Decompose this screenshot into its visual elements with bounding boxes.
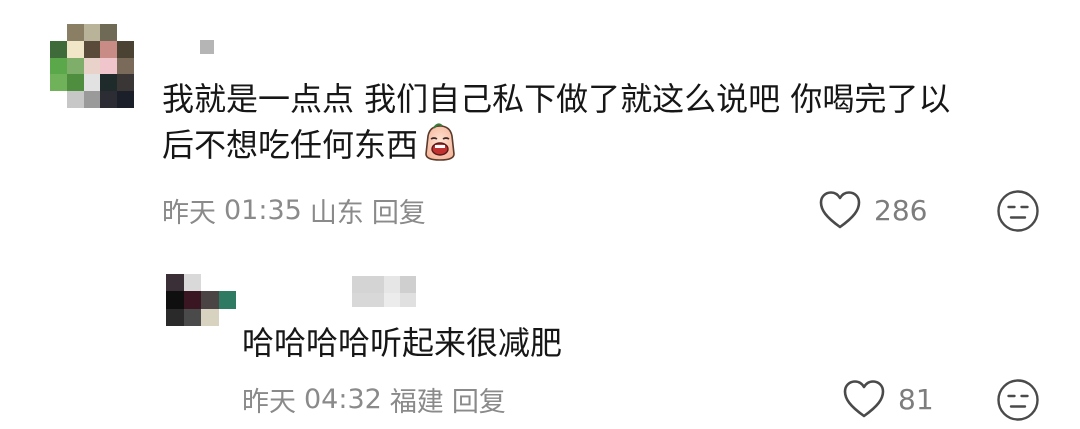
heart-outline-icon	[843, 380, 885, 418]
comment-text-line: 后不想吃任何东西	[162, 126, 419, 164]
comment-time: 01:35	[224, 195, 302, 226]
heart-outline-icon	[819, 191, 861, 229]
comment-location: 山东	[309, 198, 364, 229]
comment-meta: 昨天 04:32 福建 回复	[242, 380, 506, 419]
comment-time: 04:32	[304, 384, 382, 415]
comment-text: 我就是一点点 我们自己私下做了就这么说吧 你喝完了以 后不想吃任何东西	[162, 76, 1042, 168]
comment-meta: 昨天 01:35 山东 回复	[162, 191, 426, 230]
like-count: 286	[874, 193, 928, 227]
comment-date: 昨天	[242, 387, 296, 418]
like-button[interactable]: 286	[818, 190, 927, 230]
comment-text-line: 我就是一点点 我们自己私下做了就这么说吧 你喝完了以	[162, 80, 951, 118]
unamused-face-icon[interactable]	[996, 378, 1040, 422]
avatar[interactable]	[50, 24, 134, 108]
crying-face-emoji-icon	[425, 123, 455, 161]
like-button[interactable]: 81	[842, 379, 934, 419]
reply-button[interactable]: 回复	[452, 380, 506, 419]
username[interactable]	[352, 276, 416, 307]
avatar[interactable]	[166, 274, 236, 326]
username[interactable]	[200, 40, 214, 54]
comment-item: 我就是一点点 我们自己私下做了就这么说吧 你喝完了以 后不想吃任何东西 昨天 0…	[0, 0, 1080, 250]
reply-button[interactable]: 回复	[372, 191, 426, 230]
like-count: 81	[898, 382, 934, 416]
unamused-face-icon[interactable]	[996, 189, 1040, 233]
comment-date: 昨天	[162, 198, 216, 229]
comment-text: 哈哈哈哈听起来很减肥	[242, 324, 563, 362]
comment-location: 福建	[389, 387, 444, 418]
reply-comment-item: 哈哈哈哈听起来很减肥 昨天 04:32 福建 回复 81	[0, 250, 1080, 429]
